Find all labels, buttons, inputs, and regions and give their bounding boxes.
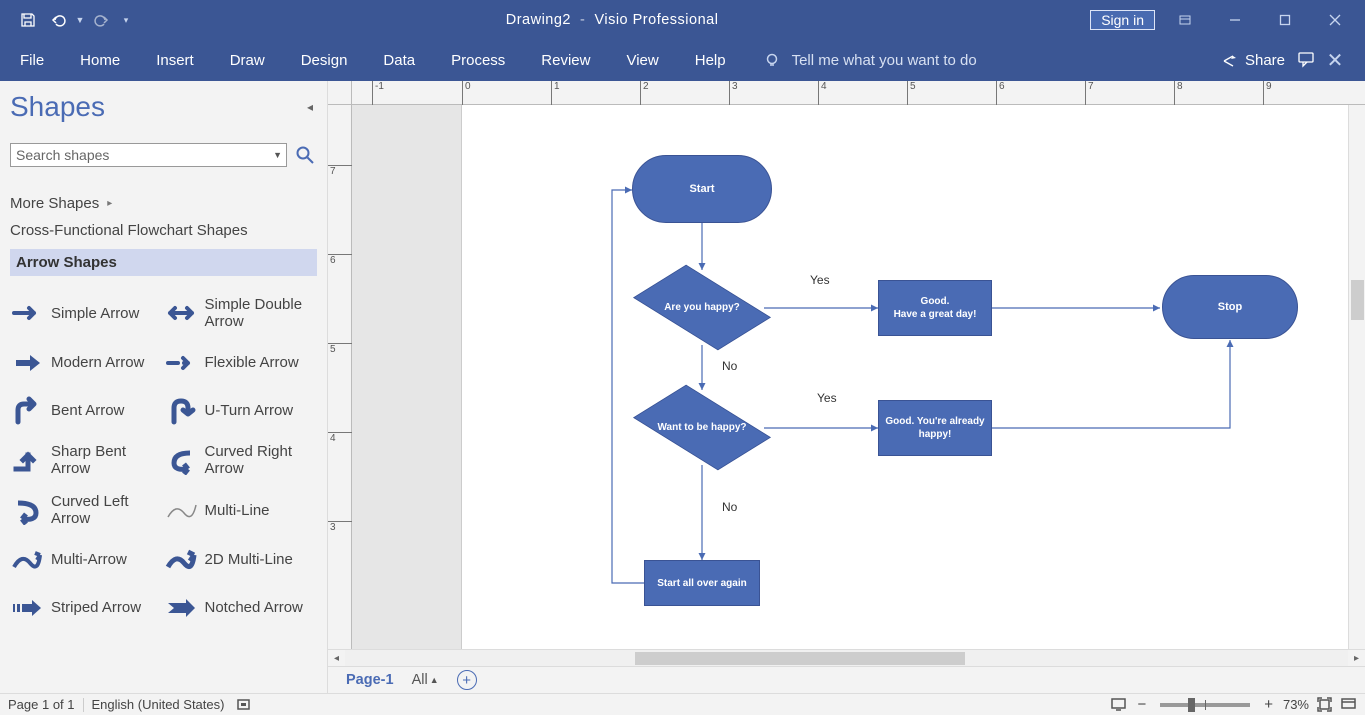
presentation-mode-icon[interactable] (1109, 696, 1127, 714)
all-pages-button[interactable]: All ▲ (412, 672, 439, 688)
undo-dropdown-icon[interactable]: ▼ (74, 6, 86, 34)
shape-simple-arrow[interactable]: Simple Arrow (10, 288, 164, 339)
signin-button[interactable]: Sign in (1090, 10, 1155, 30)
title-bar: ▼ ▾ Drawing2 - Visio Professional Sign i… (0, 0, 1365, 40)
share-icon (1221, 52, 1239, 70)
tab-design[interactable]: Design (283, 42, 366, 79)
chevron-right-icon: ▸ (107, 198, 112, 209)
share-button[interactable]: Share (1221, 52, 1285, 70)
scroll-right-button[interactable]: ▸ (1348, 650, 1365, 667)
shape-stop[interactable]: Stop (1162, 275, 1298, 339)
tell-me-search[interactable]: Tell me what you want to do (744, 52, 977, 70)
tab-draw[interactable]: Draw (212, 42, 283, 79)
shape-process-already-happy[interactable]: Good. You're alreadyhappy! (878, 400, 992, 456)
close-button[interactable] (1315, 5, 1355, 35)
search-shapes-input[interactable]: Search shapes ▼ (10, 143, 287, 167)
shape-curved-right-arrow[interactable]: Curved Right Arrow (164, 435, 318, 486)
full-screen-button[interactable] (1339, 696, 1357, 714)
shape-decision-happy[interactable]: Are you happy? (642, 270, 762, 345)
vertical-ruler[interactable]: 7 6 5 4 3 (328, 105, 352, 649)
qat-customize-icon[interactable]: ▾ (118, 6, 134, 34)
stencil-cross-functional[interactable]: Cross-Functional Flowchart Shapes (10, 222, 317, 239)
undo-button[interactable] (44, 6, 72, 34)
shape-uturn-arrow[interactable]: U-Turn Arrow (164, 387, 318, 435)
shape-process-good-day[interactable]: Good.Have a great day! (878, 280, 992, 336)
shape-notched-arrow[interactable]: Notched Arrow (164, 584, 318, 632)
page-surface[interactable]: Start Are you happy? Yes No Good.Have a … (462, 105, 1365, 649)
fit-page-button[interactable] (1315, 696, 1333, 714)
vertical-scrollbar[interactable] (1348, 105, 1365, 649)
lightbulb-icon (764, 52, 782, 70)
shape-modern-arrow[interactable]: Modern Arrow (10, 339, 164, 387)
ribbon: File Home Insert Draw Design Data Proces… (0, 40, 1365, 81)
search-dropdown-icon[interactable]: ▼ (273, 150, 282, 160)
drawing-canvas[interactable]: Start Are you happy? Yes No Good.Have a … (352, 105, 1365, 649)
shape-start[interactable]: Start (632, 155, 772, 223)
shape-gallery: Simple Arrow Simple Double Arrow Modern … (10, 288, 317, 632)
label-no-2: No (722, 500, 737, 514)
shape-multi-arrow[interactable]: Multi-Arrow (10, 536, 164, 584)
redo-button[interactable] (88, 6, 116, 34)
label-no-1: No (722, 359, 737, 373)
quick-access-toolbar: ▼ ▾ (0, 6, 134, 34)
label-yes-2: Yes (817, 391, 837, 405)
collapse-ribbon-button[interactable]: ✕ (1315, 48, 1355, 73)
scroll-left-button[interactable]: ◂ (328, 650, 345, 667)
label-yes-1: Yes (810, 273, 830, 287)
chevron-up-icon: ▲ (430, 675, 439, 685)
search-button[interactable] (293, 143, 317, 167)
minimize-button[interactable] (1215, 5, 1255, 35)
tab-process[interactable]: Process (433, 42, 523, 79)
connectors-layer (462, 105, 1365, 649)
window-controls: Sign in (1090, 5, 1365, 35)
page-tab-1[interactable]: Page-1 (346, 672, 394, 688)
add-page-button[interactable]: + (457, 670, 477, 690)
tab-view[interactable]: View (608, 42, 676, 79)
save-button[interactable] (14, 6, 42, 34)
page-tabs: Page-1 All ▲ + (328, 666, 1365, 693)
shapes-pane-title: Shapes (10, 91, 105, 123)
zoom-out-button[interactable]: − (1133, 696, 1150, 713)
collapse-pane-icon[interactable]: ◂ (307, 100, 317, 114)
horizontal-ruler[interactable]: -1 0 1 2 3 4 5 6 7 8 9 (352, 81, 1365, 105)
stencil-arrow-shapes[interactable]: Arrow Shapes (10, 249, 317, 276)
shape-decision-want-happy[interactable]: Want to be happy? (642, 390, 762, 465)
comments-button[interactable] (1297, 50, 1315, 71)
zoom-in-button[interactable]: + (1260, 696, 1277, 713)
more-shapes-menu[interactable]: More Shapes▸ (10, 195, 317, 212)
shape-process-start-over[interactable]: Start all over again (644, 560, 760, 606)
shape-bent-arrow[interactable]: Bent Arrow (10, 387, 164, 435)
shape-striped-arrow[interactable]: Striped Arrow (10, 584, 164, 632)
tab-home[interactable]: Home (62, 42, 138, 79)
language-indicator[interactable]: English (United States) (92, 697, 225, 712)
tab-insert[interactable]: Insert (138, 42, 212, 79)
maximize-button[interactable] (1265, 5, 1305, 35)
shape-curved-left-arrow[interactable]: Curved Left Arrow (10, 485, 164, 536)
ribbon-display-options-button[interactable] (1165, 5, 1205, 35)
page-indicator[interactable]: Page 1 of 1 (8, 697, 75, 712)
window-title: Drawing2 - Visio Professional (134, 12, 1090, 28)
tab-review[interactable]: Review (523, 42, 608, 79)
status-bar: Page 1 of 1 English (United States) − + … (0, 693, 1365, 715)
tab-help[interactable]: Help (677, 42, 744, 79)
shape-flexible-arrow[interactable]: Flexible Arrow (164, 339, 318, 387)
zoom-slider[interactable] (1160, 703, 1250, 707)
canvas-area: -1 0 1 2 3 4 5 6 7 8 9 7 6 5 4 3 (328, 81, 1365, 693)
shape-2d-multi-line[interactable]: 2D Multi-Line (164, 536, 318, 584)
shapes-pane: Shapes ◂ Search shapes ▼ More Shapes▸ Cr… (0, 81, 328, 693)
ruler-corner (328, 81, 352, 105)
scroll-thumb[interactable] (635, 652, 965, 665)
tab-data[interactable]: Data (365, 42, 433, 79)
shape-simple-double-arrow[interactable]: Simple Double Arrow (164, 288, 318, 339)
shape-multi-line[interactable]: Multi-Line (164, 485, 318, 536)
macro-record-icon[interactable] (234, 696, 252, 714)
horizontal-scrollbar[interactable]: ◂ ▸ (328, 649, 1365, 666)
search-icon (295, 145, 315, 165)
tab-file[interactable]: File (2, 42, 62, 79)
zoom-level[interactable]: 73% (1283, 697, 1309, 712)
comment-icon (1297, 50, 1315, 68)
shape-sharp-bent-arrow[interactable]: Sharp Bent Arrow (10, 435, 164, 486)
